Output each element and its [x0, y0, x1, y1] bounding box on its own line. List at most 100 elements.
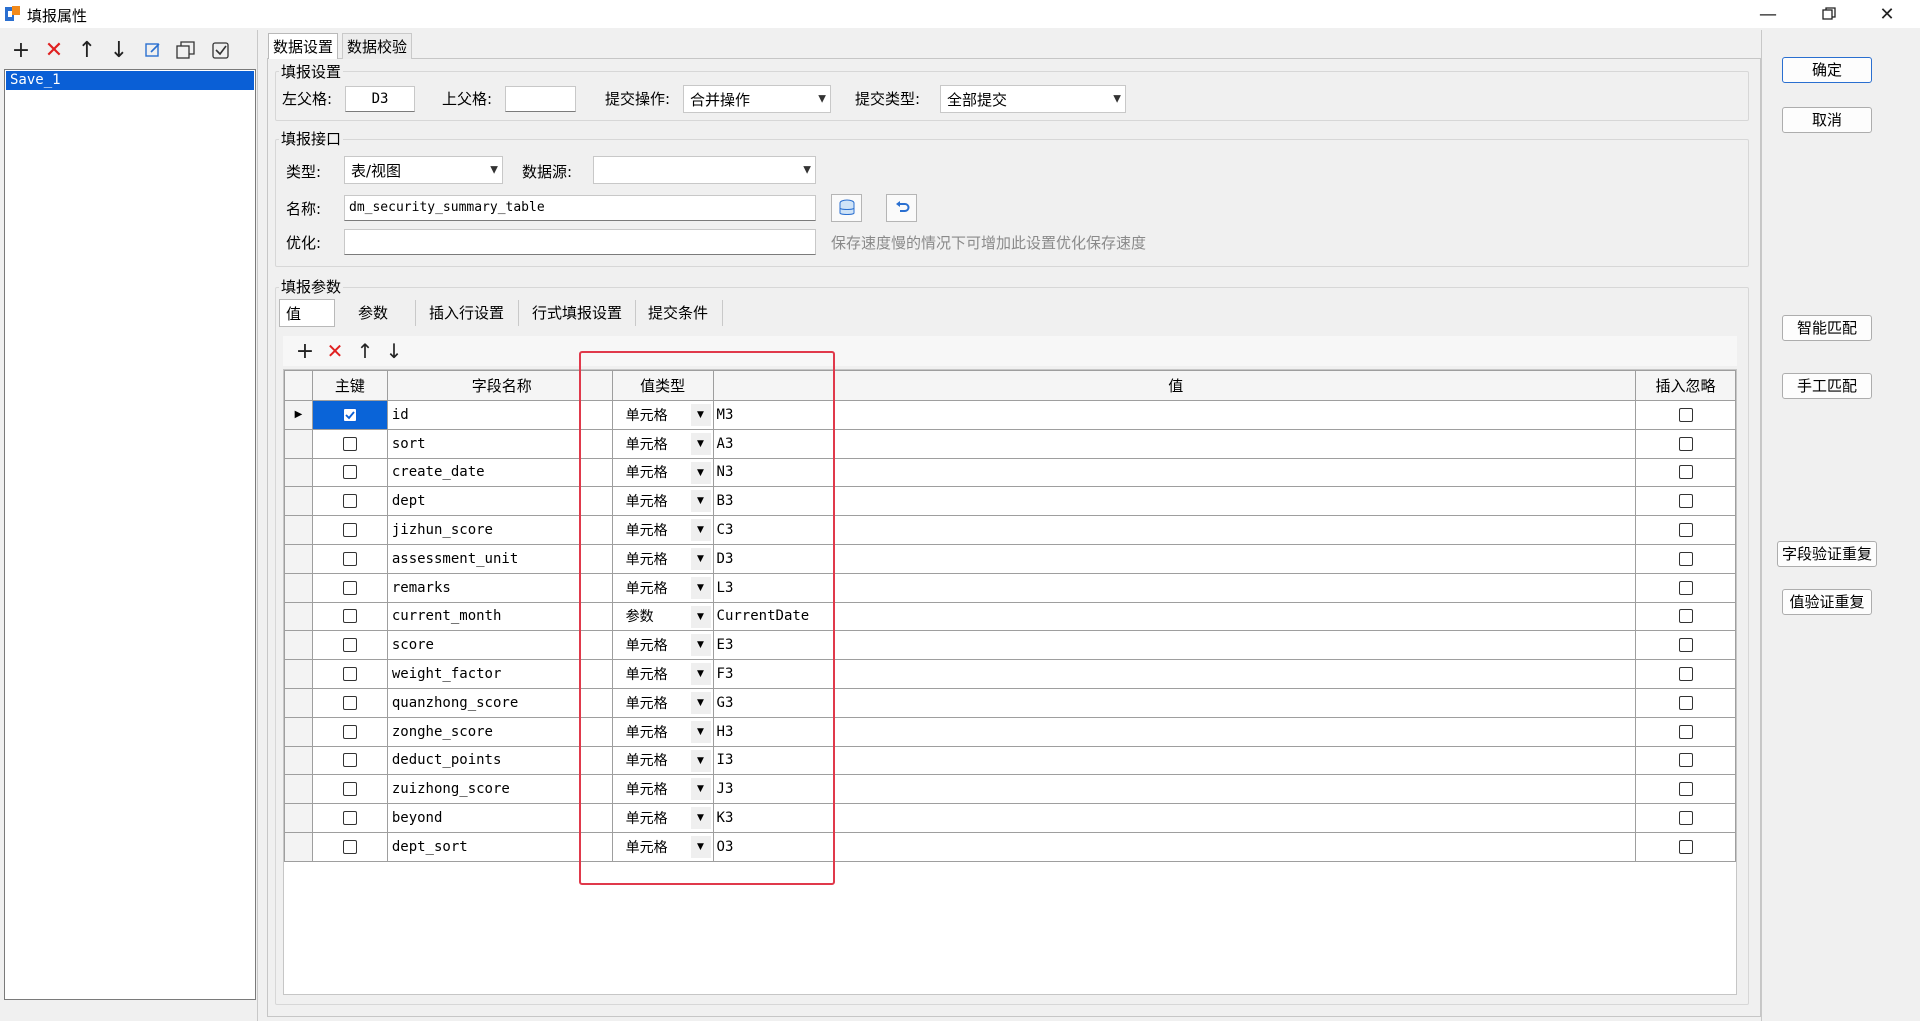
- value-cell[interactable]: N3: [712, 457, 1637, 488]
- edit-icon[interactable]: [140, 37, 166, 63]
- row-selector[interactable]: [284, 486, 313, 517]
- datasource-select[interactable]: ▼: [593, 156, 816, 184]
- row-selector[interactable]: [284, 601, 313, 632]
- insert-ignore-checkbox[interactable]: [1678, 609, 1693, 624]
- minimize-icon[interactable]: —: [1739, 0, 1797, 28]
- top-parent-field[interactable]: [505, 86, 576, 112]
- primary-key-checkbox[interactable]: [342, 494, 357, 509]
- table-row[interactable]: ▶ id 单元格 ▼ M3: [284, 400, 1736, 430]
- insert-ignore-cell[interactable]: [1635, 831, 1736, 862]
- value-cell[interactable]: O3: [712, 831, 1637, 862]
- row-selector[interactable]: [284, 515, 313, 545]
- primary-key-checkbox[interactable]: [342, 724, 357, 739]
- insert-ignore-checkbox[interactable]: [1678, 407, 1693, 422]
- table-row[interactable]: quanzhong_score 单元格 ▼ G3: [284, 687, 1736, 718]
- name-field[interactable]: dm_security_summary_table: [344, 195, 816, 221]
- table-row[interactable]: beyond 单元格 ▼ K3: [284, 803, 1736, 833]
- value-cell[interactable]: G3: [712, 687, 1637, 718]
- insert-ignore-checkbox[interactable]: [1678, 436, 1693, 451]
- primary-key-cell[interactable]: [311, 687, 388, 718]
- left-parent-field[interactable]: D3: [345, 86, 415, 112]
- add-icon[interactable]: +: [292, 338, 318, 364]
- primary-key-checkbox[interactable]: [342, 782, 357, 797]
- value-cell[interactable]: I3: [712, 745, 1637, 776]
- move-up-icon[interactable]: ↑: [74, 37, 100, 63]
- subtab-row-fill[interactable]: 行式填报设置: [527, 299, 627, 327]
- table-row[interactable]: deduct_points 单元格 ▼ I3: [284, 745, 1736, 776]
- value-cell[interactable]: D3: [712, 543, 1637, 574]
- primary-key-checkbox[interactable]: [342, 811, 357, 826]
- primary-key-checkbox[interactable]: [342, 638, 357, 653]
- refresh-button[interactable]: [886, 194, 917, 222]
- restore-icon[interactable]: [1800, 0, 1858, 28]
- table-row[interactable]: jizhun_score 单元格 ▼ C3: [284, 515, 1736, 545]
- value-cell[interactable]: F3: [712, 659, 1637, 689]
- database-button[interactable]: [831, 194, 862, 222]
- primary-key-cell[interactable]: [311, 803, 388, 833]
- insert-ignore-cell[interactable]: [1635, 601, 1736, 632]
- primary-key-cell[interactable]: [311, 457, 388, 488]
- row-selector[interactable]: ▶: [284, 400, 313, 430]
- subtab-value[interactable]: 值: [279, 299, 335, 327]
- tab-data-settings[interactable]: 数据设置: [268, 33, 339, 59]
- subtab-param[interactable]: 参数: [345, 299, 401, 327]
- insert-ignore-cell[interactable]: [1635, 774, 1736, 805]
- primary-key-checkbox[interactable]: [342, 839, 357, 854]
- primary-key-checkbox[interactable]: [342, 667, 357, 682]
- ok-button[interactable]: 确定: [1782, 57, 1872, 83]
- list-item[interactable]: Save_1: [6, 71, 254, 90]
- insert-ignore-checkbox[interactable]: [1678, 523, 1693, 538]
- value-cell[interactable]: B3: [712, 486, 1637, 517]
- insert-ignore-checkbox[interactable]: [1678, 782, 1693, 797]
- table-row[interactable]: dept_sort 单元格 ▼ O3: [284, 831, 1736, 862]
- table-row[interactable]: dept 单元格 ▼ B3: [284, 486, 1736, 517]
- primary-key-cell[interactable]: [311, 428, 388, 459]
- primary-key-cell[interactable]: [311, 659, 388, 689]
- submit-op-select[interactable]: 合并操作 ▼: [683, 85, 831, 113]
- insert-ignore-checkbox[interactable]: [1678, 811, 1693, 826]
- tab-data-validation[interactable]: 数据校验: [342, 33, 413, 59]
- primary-key-cell[interactable]: [311, 774, 388, 805]
- row-selector[interactable]: [284, 659, 313, 689]
- primary-key-cell[interactable]: [311, 716, 388, 747]
- table-row[interactable]: assessment_unit 单元格 ▼ D3: [284, 543, 1736, 574]
- insert-ignore-checkbox[interactable]: [1678, 638, 1693, 653]
- submit-type-select[interactable]: 全部提交 ▼: [940, 85, 1126, 113]
- value-cell[interactable]: E3: [712, 630, 1637, 661]
- primary-key-checkbox[interactable]: [342, 523, 357, 538]
- row-selector[interactable]: [284, 572, 313, 603]
- table-row[interactable]: zuizhong_score 单元格 ▼ J3: [284, 774, 1736, 805]
- insert-ignore-cell[interactable]: [1635, 659, 1736, 689]
- subtab-insert-row[interactable]: 插入行设置: [424, 299, 509, 327]
- row-selector[interactable]: [284, 774, 313, 805]
- row-selector[interactable]: [284, 831, 313, 862]
- insert-ignore-cell[interactable]: [1635, 745, 1736, 776]
- cancel-button[interactable]: 取消: [1782, 107, 1872, 133]
- value-cell[interactable]: C3: [712, 515, 1637, 545]
- column-header-value[interactable]: 值: [712, 370, 1637, 401]
- insert-ignore-cell[interactable]: [1635, 572, 1736, 603]
- primary-key-cell[interactable]: [311, 486, 388, 517]
- value-cell[interactable]: K3: [712, 803, 1637, 833]
- primary-key-checkbox[interactable]: [342, 436, 357, 451]
- smart-match-button[interactable]: 智能匹配: [1782, 315, 1872, 341]
- copy-icon[interactable]: [173, 37, 199, 63]
- insert-ignore-checkbox[interactable]: [1678, 580, 1693, 595]
- insert-ignore-checkbox[interactable]: [1678, 695, 1693, 710]
- row-selector[interactable]: [284, 428, 313, 459]
- primary-key-cell[interactable]: [311, 572, 388, 603]
- value-verify-dup-button[interactable]: 值验证重复: [1782, 589, 1872, 615]
- insert-ignore-cell[interactable]: [1635, 457, 1736, 488]
- primary-key-checkbox[interactable]: [342, 695, 357, 710]
- move-down-icon[interactable]: ↓: [106, 37, 132, 63]
- insert-ignore-cell[interactable]: [1635, 428, 1736, 459]
- primary-key-checkbox[interactable]: [342, 407, 357, 422]
- primary-key-checkbox[interactable]: [342, 609, 357, 624]
- insert-ignore-cell[interactable]: [1635, 687, 1736, 718]
- insert-ignore-cell[interactable]: [1635, 716, 1736, 747]
- primary-key-cell[interactable]: [311, 543, 388, 574]
- column-header-key[interactable]: 主键: [311, 370, 388, 401]
- type-select[interactable]: 表/视图 ▼: [344, 156, 503, 184]
- field-verify-dup-button[interactable]: 字段验证重复: [1777, 541, 1877, 567]
- primary-key-cell[interactable]: [311, 745, 388, 776]
